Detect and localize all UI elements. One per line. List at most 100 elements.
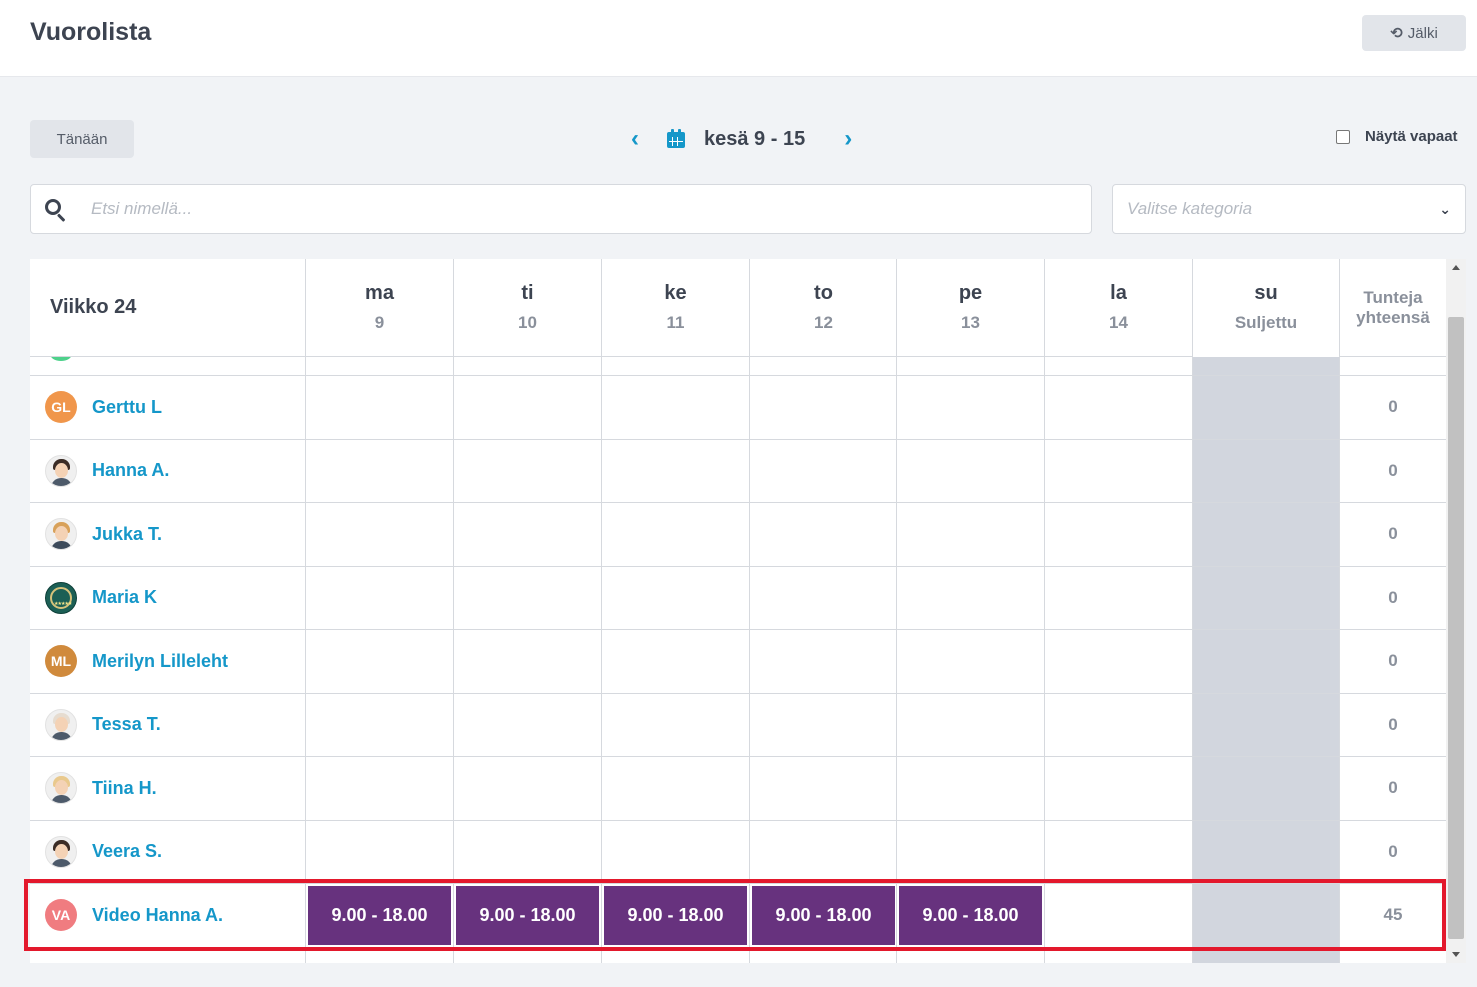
scrollbar[interactable] (1446, 259, 1466, 963)
schedule-cell[interactable] (453, 376, 601, 439)
chevron-right-icon[interactable]: › (833, 125, 863, 153)
schedule-cell[interactable] (1044, 947, 1192, 963)
scroll-thumb[interactable] (1448, 317, 1464, 939)
schedule-cell[interactable] (749, 566, 897, 629)
employee-name-link[interactable]: Tiina H. (92, 778, 157, 799)
schedule-cell[interactable] (453, 757, 601, 820)
search-input[interactable] (91, 199, 991, 219)
schedule-cell[interactable] (305, 503, 453, 566)
schedule-cell[interactable] (305, 357, 453, 375)
schedule-cell[interactable] (749, 439, 897, 502)
schedule-cell[interactable] (1044, 376, 1192, 439)
schedule-cell[interactable] (1192, 503, 1339, 566)
schedule-cell[interactable] (305, 947, 453, 963)
employee-name-link[interactable]: Tessa T. (92, 714, 161, 735)
schedule-cell[interactable] (1192, 820, 1339, 883)
schedule-cell[interactable] (601, 757, 749, 820)
schedule-cell[interactable] (749, 947, 897, 963)
schedule-cell[interactable] (896, 630, 1044, 693)
employee-name-link[interactable]: Merilyn Lilleleht (92, 651, 228, 672)
schedule-cell[interactable] (749, 693, 897, 756)
schedule-cell[interactable] (1192, 947, 1339, 963)
scroll-up-icon[interactable] (1452, 265, 1460, 270)
schedule-cell[interactable] (749, 503, 897, 566)
shift-block[interactable]: 9.00 - 18.00 (604, 886, 747, 945)
employee-name-link[interactable]: Veera S. (92, 841, 162, 862)
schedule-cell[interactable] (601, 376, 749, 439)
schedule-cell[interactable] (601, 503, 749, 566)
schedule-cell[interactable] (896, 820, 1044, 883)
schedule-cell[interactable] (305, 820, 453, 883)
schedule-cell[interactable] (601, 820, 749, 883)
schedule-cell[interactable]: 9.00 - 18.00 (453, 884, 601, 947)
schedule-cell[interactable] (1044, 820, 1192, 883)
scroll-down-icon[interactable] (1452, 952, 1460, 957)
employee-name-link[interactable]: Maria K (92, 587, 157, 608)
schedule-cell[interactable] (1044, 503, 1192, 566)
schedule-cell[interactable] (1044, 884, 1192, 947)
schedule-cell[interactable] (1192, 357, 1339, 375)
employee-name-link[interactable]: Jukka T. (92, 524, 162, 545)
shift-block[interactable]: 9.00 - 18.00 (308, 886, 451, 945)
schedule-cell[interactable] (1044, 357, 1192, 375)
schedule-cell[interactable] (1044, 630, 1192, 693)
schedule-cell[interactable] (896, 757, 1044, 820)
schedule-cell[interactable] (749, 820, 897, 883)
schedule-cell[interactable]: 9.00 - 18.00 (749, 884, 897, 947)
employee-name-link[interactable]: Hanna A. (92, 460, 169, 481)
schedule-cell[interactable] (601, 439, 749, 502)
schedule-cell[interactable] (305, 630, 453, 693)
schedule-cell[interactable] (601, 630, 749, 693)
schedule-cell[interactable] (896, 376, 1044, 439)
schedule-cell[interactable] (1192, 439, 1339, 502)
schedule-cell[interactable] (1044, 566, 1192, 629)
schedule-cell[interactable] (601, 566, 749, 629)
schedule-cell[interactable]: 9.00 - 18.00 (601, 884, 749, 947)
schedule-cell[interactable] (601, 693, 749, 756)
schedule-cell[interactable] (305, 757, 453, 820)
shift-block[interactable]: 9.00 - 18.00 (752, 886, 895, 945)
chevron-left-icon[interactable]: ‹ (620, 125, 650, 153)
schedule-cell[interactable] (453, 566, 601, 629)
schedule-cell[interactable] (305, 566, 453, 629)
schedule-cell[interactable] (896, 439, 1044, 502)
schedule-cell[interactable] (453, 503, 601, 566)
schedule-cell[interactable] (601, 357, 749, 375)
today-button[interactable]: Tänään (30, 120, 134, 158)
shift-block[interactable]: 9.00 - 18.00 (456, 886, 599, 945)
schedule-cell[interactable] (749, 357, 897, 375)
shift-block[interactable]: 9.00 - 18.00 (899, 886, 1042, 945)
employee-name-link[interactable]: Video Hanna A. (92, 905, 223, 926)
schedule-cell[interactable] (896, 693, 1044, 756)
schedule-cell[interactable]: 9.00 - 18.00 (896, 884, 1044, 947)
employee-name-link[interactable]: Gerttu L (92, 397, 162, 418)
schedule-cell[interactable] (601, 947, 749, 963)
schedule-cell[interactable] (1044, 693, 1192, 756)
schedule-cell[interactable] (896, 503, 1044, 566)
schedule-cell[interactable] (453, 439, 601, 502)
category-select[interactable]: Valitse kategoria ⌄ (1112, 184, 1466, 234)
schedule-cell[interactable] (896, 566, 1044, 629)
schedule-cell[interactable] (749, 376, 897, 439)
show-free-checkbox[interactable] (1336, 129, 1350, 144)
schedule-cell[interactable] (749, 757, 897, 820)
schedule-cell[interactable] (1192, 630, 1339, 693)
schedule-cell[interactable] (1192, 376, 1339, 439)
schedule-cell[interactable] (1044, 439, 1192, 502)
show-free-toggle[interactable]: Näytä vapaat (1336, 128, 1458, 145)
schedule-cell[interactable] (749, 630, 897, 693)
schedule-cell[interactable] (305, 376, 453, 439)
schedule-cell[interactable] (1192, 566, 1339, 629)
schedule-cell[interactable] (1192, 693, 1339, 756)
schedule-cell[interactable] (305, 693, 453, 756)
schedule-cell[interactable] (896, 357, 1044, 375)
schedule-cell[interactable] (1192, 884, 1339, 947)
schedule-cell[interactable] (453, 947, 601, 963)
schedule-cell[interactable] (896, 947, 1044, 963)
calendar-icon[interactable] (666, 129, 686, 149)
schedule-cell[interactable] (453, 820, 601, 883)
schedule-cell[interactable] (1192, 757, 1339, 820)
schedule-cell[interactable] (453, 357, 601, 375)
schedule-cell[interactable] (305, 439, 453, 502)
schedule-cell[interactable] (1044, 757, 1192, 820)
